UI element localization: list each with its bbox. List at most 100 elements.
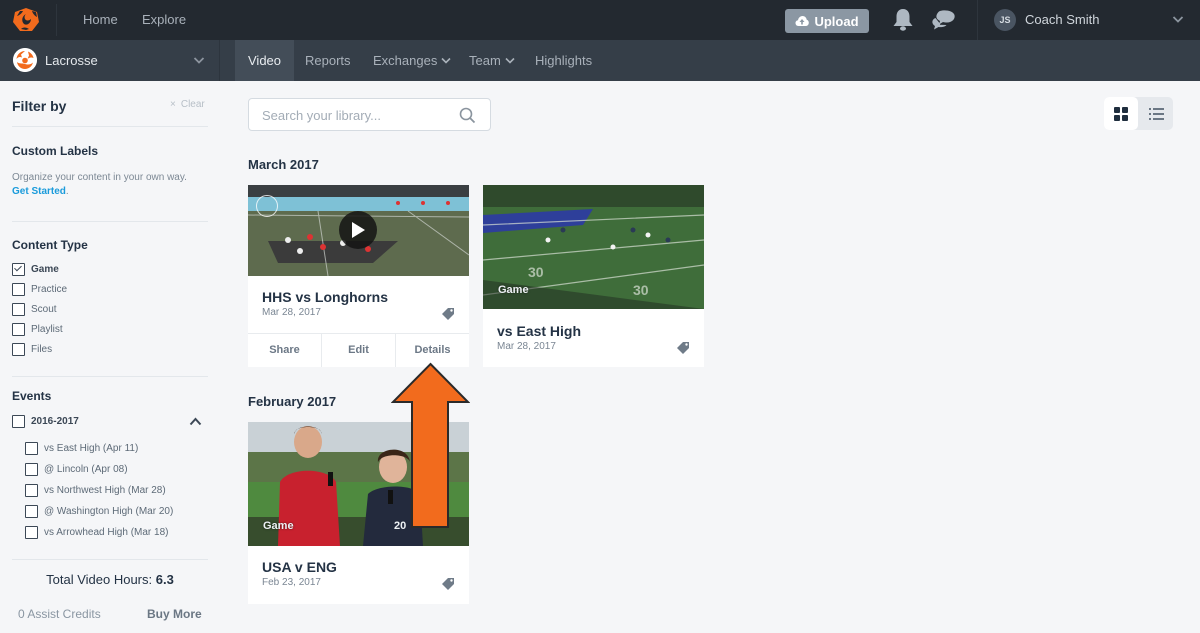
tag-icon[interactable]: [442, 307, 455, 320]
chevron-up-icon[interactable]: [189, 417, 202, 426]
video-card[interactable]: 30 30 Game vs East High Mar 28, 2017: [483, 185, 704, 367]
svg-text:30: 30: [633, 282, 649, 298]
tab-label: Exchanges: [373, 53, 438, 68]
checkbox[interactable]: [12, 303, 25, 316]
grid-view-button[interactable]: [1104, 97, 1138, 130]
tab-video[interactable]: Video: [235, 40, 295, 81]
punctuation: .: [65, 186, 69, 197]
clear-label: Clear: [180, 99, 205, 110]
event-label: vs Arrowhead High (Mar 18): [44, 527, 169, 538]
content-type-label: Game: [263, 520, 294, 532]
team-switcher[interactable]: Lacrosse: [0, 40, 220, 81]
search-input[interactable]: [262, 106, 452, 124]
team-name: Lacrosse: [45, 53, 98, 68]
content-type-playlist[interactable]: Playlist: [12, 323, 63, 336]
play-button[interactable]: [339, 211, 377, 249]
chat-bubbles-icon[interactable]: [931, 9, 956, 31]
edit-button[interactable]: Edit: [322, 334, 396, 367]
checkbox[interactable]: [25, 526, 38, 539]
event-item[interactable]: vs Northwest High (Mar 28): [25, 484, 166, 497]
event-item[interactable]: vs East High (Apr 11): [25, 442, 138, 455]
tab-label: Highlights: [535, 53, 593, 68]
top-navigation-bar: Home Explore Upload JS Coach Smith: [0, 0, 1200, 40]
clear-filters-button[interactable]: × Clear: [170, 99, 205, 110]
video-thumbnail[interactable]: [248, 185, 469, 276]
checkbox[interactable]: [25, 463, 38, 476]
group-title-february-2017: February 2017: [248, 394, 337, 409]
event-label: @ Washington High (Mar 20): [44, 506, 174, 517]
divider: [12, 559, 208, 560]
content-type-game[interactable]: Game: [12, 263, 59, 276]
list-icon: [1148, 107, 1164, 120]
nav-explore[interactable]: Explore: [142, 0, 186, 40]
chevron-down-icon[interactable]: [1172, 14, 1184, 24]
bell-icon[interactable]: [892, 8, 914, 32]
option-label: Scout: [31, 304, 57, 315]
tab-label: Reports: [305, 53, 351, 68]
checkbox[interactable]: [12, 283, 25, 296]
option-label: Files: [31, 344, 53, 355]
tab-team[interactable]: Team: [456, 40, 528, 81]
cloud-upload-icon: [795, 16, 810, 26]
play-icon: [352, 222, 365, 238]
buy-more-link[interactable]: Buy More: [147, 607, 202, 621]
content-type-files[interactable]: Files: [12, 343, 52, 356]
list-view-button[interactable]: [1139, 97, 1173, 130]
video-title[interactable]: USA v ENG: [262, 559, 337, 575]
divider: [56, 4, 57, 36]
content-type-title: Content Type: [12, 238, 88, 252]
video-card[interactable]: HHS vs Longhorns Mar 28, 2017 Share Edit…: [248, 185, 469, 367]
nav-home[interactable]: Home: [83, 0, 118, 40]
upload-label: Upload: [814, 13, 859, 29]
chevron-down-icon: [193, 57, 205, 64]
assist-credits: 0 Assist Credits: [18, 607, 101, 621]
season-2016-2017[interactable]: 2016-2017: [12, 415, 79, 428]
close-icon: ×: [170, 99, 176, 110]
tab-reports[interactable]: Reports: [292, 40, 364, 81]
total-value: 6.3: [155, 572, 174, 587]
checkbox[interactable]: [25, 484, 38, 497]
checkbox[interactable]: [12, 415, 25, 428]
video-title[interactable]: HHS vs Longhorns: [262, 289, 388, 305]
checkbox[interactable]: [12, 323, 25, 336]
tag-icon[interactable]: [677, 341, 690, 354]
tab-label: Video: [248, 53, 282, 68]
checkbox[interactable]: [25, 505, 38, 518]
video-thumbnail[interactable]: 30 30 Game: [483, 185, 704, 309]
divider: [12, 126, 208, 127]
view-toggle: [1104, 97, 1173, 130]
option-label: Game: [31, 264, 59, 275]
content-type-practice[interactable]: Practice: [12, 283, 67, 296]
tab-exchanges[interactable]: Exchanges: [360, 40, 464, 81]
checkbox[interactable]: [12, 263, 25, 276]
chevron-down-icon: [505, 57, 515, 64]
user-name[interactable]: Coach Smith: [1025, 0, 1099, 40]
get-started-link[interactable]: Get Started: [12, 186, 66, 197]
upload-button[interactable]: Upload: [785, 9, 869, 33]
event-item[interactable]: @ Lincoln (Apr 08): [25, 463, 128, 476]
hudl-logo-icon[interactable]: [12, 7, 40, 33]
tab-label: Team: [469, 53, 501, 68]
chevron-down-icon: [441, 57, 451, 64]
video-date: Mar 28, 2017: [497, 341, 556, 352]
event-item[interactable]: @ Washington High (Mar 20): [25, 505, 173, 518]
user-avatar[interactable]: JS: [994, 9, 1016, 31]
svg-text:30: 30: [528, 264, 544, 280]
checkbox[interactable]: [25, 442, 38, 455]
checkbox[interactable]: [12, 343, 25, 356]
library-search[interactable]: [248, 98, 491, 131]
content-type-label: Game: [498, 284, 529, 296]
tag-icon[interactable]: [442, 577, 455, 590]
event-item[interactable]: vs Arrowhead High (Mar 18): [25, 526, 169, 539]
tab-highlights[interactable]: Highlights: [522, 40, 605, 81]
content-type-scout[interactable]: Scout: [12, 303, 57, 316]
select-circle[interactable]: [256, 195, 278, 217]
total-video-hours: Total Video Hours: 6.3: [0, 572, 220, 587]
video-title[interactable]: vs East High: [497, 323, 581, 339]
divider: [977, 0, 978, 40]
search-icon[interactable]: [459, 107, 476, 124]
grid-icon: [1114, 106, 1128, 121]
description-text: Organize your content in your own way.: [12, 172, 187, 183]
share-button[interactable]: Share: [248, 334, 322, 367]
custom-labels-description: Organize your content in your own way. G…: [12, 171, 187, 199]
